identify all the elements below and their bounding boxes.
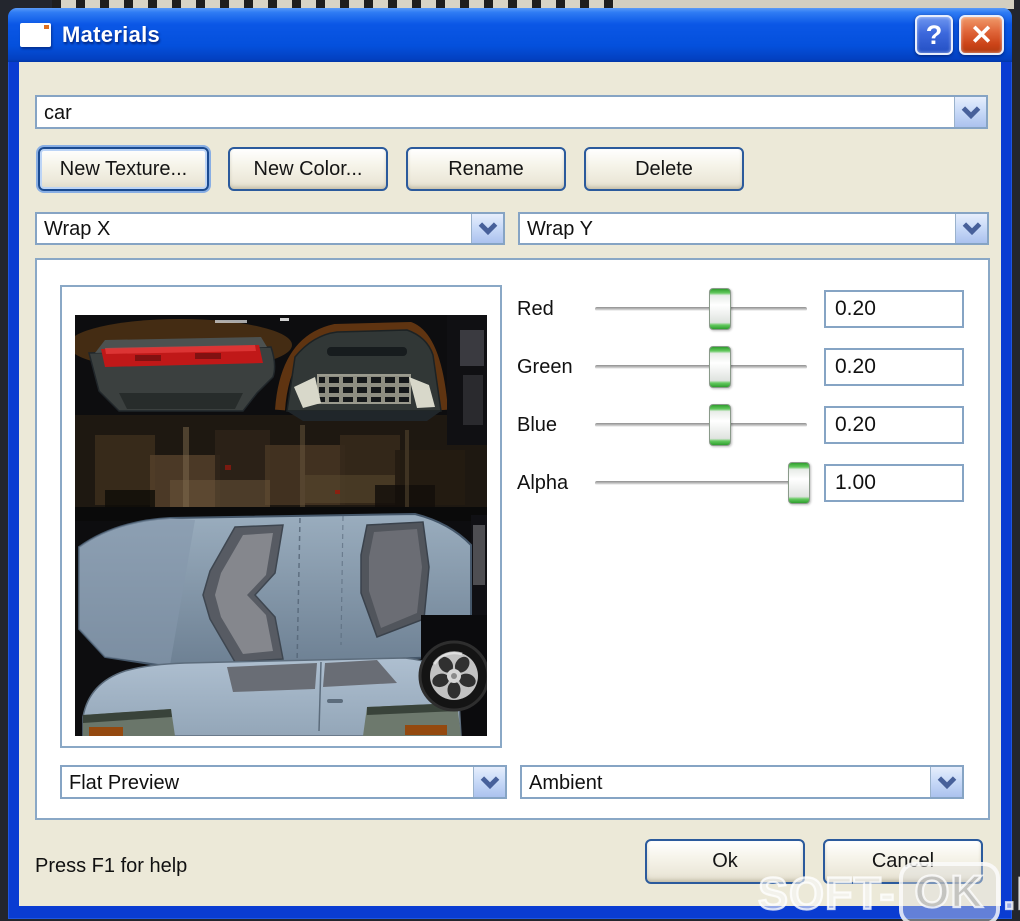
preview-mode-combobox[interactable]: Flat Preview	[60, 765, 507, 799]
red-slider-label: Red	[517, 297, 554, 320]
red-slider-track[interactable]	[595, 307, 807, 311]
lighting-mode-combobox[interactable]: Ambient	[520, 765, 964, 799]
material-combobox-value: car	[44, 101, 72, 124]
wrap-y-value: Wrap Y	[527, 218, 593, 240]
chevron-down-icon[interactable]	[930, 767, 962, 797]
blue-slider[interactable]	[595, 404, 807, 446]
help-button[interactable]: ?	[915, 15, 953, 55]
red-value-field[interactable]	[824, 290, 964, 328]
alpha-value-field[interactable]	[824, 464, 964, 502]
delete-button[interactable]: Delete	[584, 147, 744, 191]
texture-preview-frame	[60, 285, 502, 748]
new-color-button[interactable]: New Color...	[228, 147, 388, 191]
alpha-slider-thumb[interactable]	[787, 462, 810, 504]
texture-preview-image	[75, 315, 487, 736]
chevron-down-icon[interactable]	[955, 214, 987, 243]
blue-slider-label: Blue	[517, 413, 558, 436]
chevron-down-icon[interactable]	[954, 97, 986, 127]
cancel-button[interactable]: Cancel	[823, 839, 983, 884]
green-value-field[interactable]	[824, 348, 964, 386]
green-slider-label: Green	[517, 355, 573, 378]
title-bar[interactable]: Materials ? ✕	[8, 8, 1012, 62]
help-text: Press F1 for help	[35, 855, 188, 877]
green-slider[interactable]	[595, 346, 807, 388]
alpha-slider[interactable]	[595, 462, 810, 504]
close-icon[interactable]: ✕	[959, 15, 1004, 55]
green-slider-track[interactable]	[595, 365, 807, 369]
materials-dialog: Materials ? ✕ car New Texture... New Col…	[8, 8, 1012, 919]
window-title: Materials	[62, 22, 161, 47]
red-slider[interactable]	[595, 288, 807, 330]
new-texture-button[interactable]: New Texture...	[38, 147, 209, 191]
wrap-x-value: Wrap X	[44, 218, 111, 240]
window-icon	[20, 23, 51, 47]
blue-slider-thumb[interactable]	[709, 404, 732, 446]
red-slider-thumb[interactable]	[709, 288, 732, 330]
rename-button[interactable]: Rename	[406, 147, 566, 191]
wrap-x-combobox[interactable]: Wrap X	[35, 212, 505, 245]
alpha-slider-label: Alpha	[517, 471, 569, 494]
lighting-mode-value: Ambient	[529, 771, 603, 794]
blue-slider-track[interactable]	[595, 423, 807, 427]
chevron-down-icon[interactable]	[473, 767, 505, 797]
dialog-client-area: car New Texture... New Color... Rename D…	[19, 62, 1001, 906]
alpha-slider-track[interactable]	[595, 481, 807, 485]
chevron-down-icon[interactable]	[471, 214, 503, 243]
blue-value-field[interactable]	[824, 406, 964, 444]
wrap-y-combobox[interactable]: Wrap Y	[518, 212, 989, 245]
ok-button[interactable]: Ok	[645, 839, 805, 884]
preview-mode-value: Flat Preview	[69, 771, 180, 794]
material-combobox[interactable]: car	[35, 95, 988, 129]
green-slider-thumb[interactable]	[709, 346, 732, 388]
settings-panel: Red Green Blue Alpha	[35, 258, 990, 820]
